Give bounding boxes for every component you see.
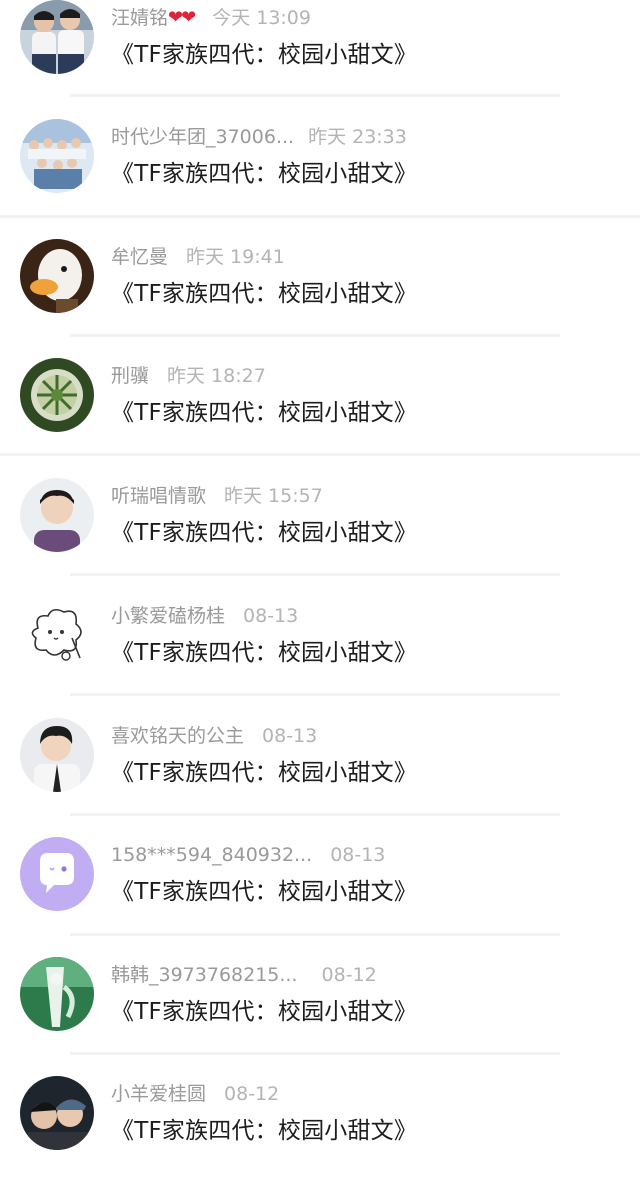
comment-meta: 听瑞唱情歌 昨天 15:57 (111, 484, 323, 508)
avatar[interactable] (20, 718, 94, 792)
comment-text[interactable]: 《TF家族四代：校园小甜文》 (111, 518, 417, 548)
divider (70, 94, 560, 97)
comment-text[interactable]: 《TF家族四代：校园小甜文》 (111, 159, 417, 189)
timestamp: 昨天 19:41 (186, 246, 285, 268)
username[interactable]: 喜欢铭天的公主 (111, 724, 244, 748)
comment-meta: 喜欢铭天的公主 08-13 (111, 724, 317, 748)
username[interactable]: 158***594_840932... (111, 843, 312, 867)
comment-text[interactable]: 《TF家族四代：校园小甜文》 (111, 638, 417, 668)
timestamp: 昨天 23:33 (308, 126, 407, 148)
comment-meta: 牟忆曼 昨天 19:41 (111, 245, 285, 269)
comment-item[interactable]: 158***594_840932... 08-13 《TF家族四代：校园小甜文》 (0, 837, 640, 957)
comment-meta: 刑骥 昨天 18:27 (111, 364, 266, 388)
comment-text[interactable]: 《TF家族四代：校园小甜文》 (111, 398, 417, 428)
comment-meta: 时代少年团_37006... 昨天 23:33 (111, 125, 407, 149)
username[interactable]: 汪婧铭 (111, 6, 168, 30)
comment-meta: 小羊爱桂圆 08-12 (111, 1082, 279, 1106)
divider (0, 453, 640, 456)
avatar[interactable] (20, 358, 94, 432)
heart-emoji-icon: ❤❤ (168, 7, 196, 28)
comment-item[interactable]: 小羊爱桂圆 08-12 《TF家族四代：校园小甜文》 (0, 1076, 640, 1196)
timestamp: 08-13 (243, 605, 299, 627)
username[interactable]: 牟忆曼 (111, 245, 168, 269)
avatar[interactable] (20, 119, 94, 193)
comment-text[interactable]: 《TF家族四代：校园小甜文》 (111, 1116, 417, 1146)
timestamp: 08-12 (321, 964, 377, 986)
comment-item[interactable]: 喜欢铭天的公主 08-13 《TF家族四代：校园小甜文》 (0, 718, 640, 838)
username[interactable]: 小繁爱磕杨桂 (111, 604, 225, 628)
divider (70, 813, 560, 816)
comment-item[interactable]: 牟忆曼 昨天 19:41 《TF家族四代：校园小甜文》 (0, 239, 640, 359)
comment-item[interactable]: 刑骥 昨天 18:27 《TF家族四代：校园小甜文》 (0, 358, 640, 478)
username[interactable]: 刑骥 (111, 364, 149, 388)
comment-item[interactable]: 汪婧铭❤❤ 今天 13:09 《TF家族四代：校园小甜文》 (0, 0, 640, 120)
comment-text[interactable]: 《TF家族四代：校园小甜文》 (111, 40, 417, 70)
avatar[interactable] (20, 957, 94, 1031)
comment-meta: 小繁爱磕杨桂 08-13 (111, 604, 298, 628)
comment-text[interactable]: 《TF家族四代：校园小甜文》 (111, 279, 417, 309)
avatar[interactable] (20, 0, 94, 74)
divider (0, 215, 640, 218)
username[interactable]: 时代少年团_37006... (111, 125, 294, 149)
username[interactable]: 听瑞唱情歌 (111, 484, 206, 508)
divider (70, 933, 560, 936)
timestamp: 昨天 15:57 (224, 485, 323, 507)
avatar[interactable] (20, 239, 94, 313)
comment-meta: 158***594_840932... 08-13 (111, 843, 385, 867)
comment-meta: 汪婧铭❤❤ 今天 13:09 (111, 6, 311, 30)
username[interactable]: 韩韩_3973768215... (111, 963, 298, 987)
divider (70, 334, 560, 337)
comment-meta: 韩韩_3973768215... 08-12 (111, 963, 377, 987)
divider (70, 573, 560, 576)
username[interactable]: 小羊爱桂圆 (111, 1082, 206, 1106)
avatar[interactable] (20, 1076, 94, 1150)
avatar[interactable] (20, 478, 94, 552)
comment-text[interactable]: 《TF家族四代：校园小甜文》 (111, 997, 417, 1027)
comment-item[interactable]: 韩韩_3973768215... 08-12 《TF家族四代：校园小甜文》 (0, 957, 640, 1077)
timestamp: 今天 13:09 (212, 7, 311, 29)
divider (70, 693, 560, 696)
timestamp: 昨天 18:27 (167, 365, 266, 387)
default-avatar-icon[interactable] (20, 837, 94, 911)
timestamp: 08-13 (330, 844, 386, 866)
avatar[interactable] (20, 598, 94, 672)
comment-list: 汪婧铭❤❤ 今天 13:09 《TF家族四代：校园小甜文》 时代少年团_37006… (0, 0, 640, 1165)
divider (70, 1052, 560, 1055)
comment-item[interactable]: 时代少年团_37006... 昨天 23:33 《TF家族四代：校园小甜文》 (0, 119, 640, 239)
comment-text[interactable]: 《TF家族四代：校园小甜文》 (111, 758, 417, 788)
timestamp: 08-13 (262, 725, 318, 747)
comment-item[interactable]: 听瑞唱情歌 昨天 15:57 《TF家族四代：校园小甜文》 (0, 478, 640, 598)
comment-item[interactable]: 小繁爱磕杨桂 08-13 《TF家族四代：校园小甜文》 (0, 598, 640, 718)
comment-text[interactable]: 《TF家族四代：校园小甜文》 (111, 877, 417, 907)
timestamp: 08-12 (224, 1083, 280, 1105)
